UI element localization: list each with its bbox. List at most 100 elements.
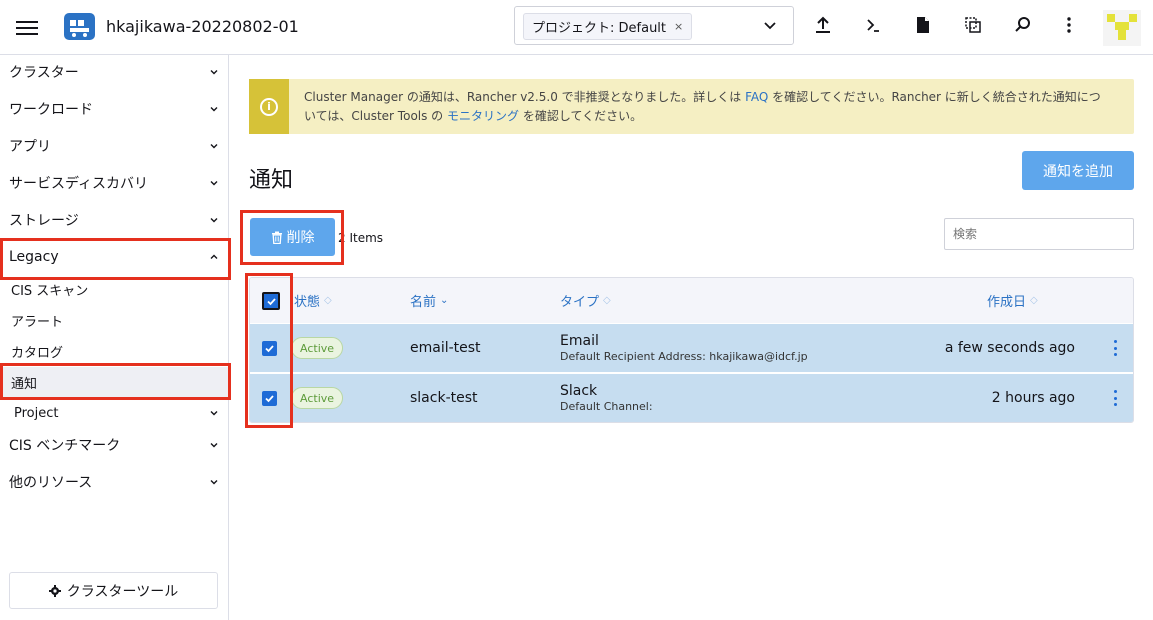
chevron-down-icon <box>210 181 218 186</box>
sidebar-item-label: CIS スキャン <box>11 283 89 299</box>
row-actions-icon[interactable] <box>1112 390 1118 406</box>
cluster-name: hkajikawa-20220802-01 <box>106 17 299 36</box>
banner-text-part: を確認してください。Rancher に新しく統合された通知につ <box>768 90 1101 104</box>
chevron-down-icon <box>210 107 218 112</box>
monitoring-link[interactable]: モニタリング <box>447 109 519 123</box>
sidebar-group-apps[interactable]: アプリ <box>0 129 229 163</box>
sidebar-group-cis-benchmark[interactable]: CIS ベンチマーク <box>0 428 229 462</box>
gear-icon <box>48 584 61 597</box>
row-name[interactable]: email-test <box>410 340 481 356</box>
banner-text-part: を確認してください。 <box>519 109 643 123</box>
sidebar-group-label: CIS ベンチマーク <box>9 438 121 454</box>
table-row[interactable]: Active slack-test Slack Default Channel:… <box>250 373 1133 422</box>
row-name[interactable]: slack-test <box>410 390 478 406</box>
delete-button[interactable]: 削除 <box>250 218 335 256</box>
chevron-down-icon <box>210 443 218 448</box>
sidebar-group-label: ストレージ <box>9 213 79 229</box>
sidebar-group-service-discovery[interactable]: サービスディスカバリ <box>0 166 229 200</box>
faq-link[interactable]: FAQ <box>745 90 768 104</box>
sidebar-group-workload[interactable]: ワークロード <box>0 92 229 126</box>
row-type-detail: Default Recipient Address: hkajikawa@idc… <box>560 350 808 363</box>
sort-icon: ◇ <box>324 295 332 306</box>
sidebar-item-project[interactable]: Project <box>0 398 229 428</box>
sidebar: クラスター ワークロード アプリ サービスディスカバリ ストレージ Legacy… <box>0 55 229 620</box>
sidebar-group-label: ワークロード <box>9 102 93 118</box>
sidebar-group-legacy[interactable]: Legacy <box>0 240 229 274</box>
search-icon[interactable] <box>1012 14 1034 36</box>
sidebar-group-label: 他のリソース <box>9 475 93 491</box>
row-checkbox[interactable] <box>262 391 277 406</box>
namespace-chip-label: プロジェクト: Default <box>532 21 667 36</box>
sidebar-group-other-resources[interactable]: 他のリソース <box>0 465 229 499</box>
chevron-up-icon <box>210 254 218 259</box>
column-header-label: 状態 <box>294 295 321 310</box>
notifiers-table: 状態 ◇ 名前 ⌄ タイプ ◇ 作成日 ◇ Active email-test … <box>249 277 1134 423</box>
row-actions-icon[interactable] <box>1112 340 1118 356</box>
sidebar-item-label: 通知 <box>11 376 38 392</box>
sidebar-group-cluster[interactable]: クラスター <box>0 55 229 89</box>
sidebar-group-storage[interactable]: ストレージ <box>0 203 229 237</box>
row-type: Email Default Recipient Address: hkajika… <box>560 333 808 363</box>
banner-icon-area: i <box>249 79 289 134</box>
namespace-chip-remove-icon[interactable]: × <box>674 20 683 33</box>
sidebar-item-cis-scan[interactable]: CIS スキャン <box>0 274 229 304</box>
row-age: 2 hours ago <box>991 390 1075 406</box>
column-header-created[interactable]: 作成日 ◇ <box>987 291 1038 310</box>
chevron-down-icon <box>210 411 218 416</box>
banner-text-part: いては、Cluster Tools の <box>304 109 447 123</box>
sidebar-item-catalogs[interactable]: カタログ <box>0 336 229 366</box>
column-header-type[interactable]: タイプ ◇ <box>560 291 611 310</box>
page-title: 通知 <box>249 168 294 193</box>
column-header-label: 作成日 <box>987 295 1027 310</box>
cluster-logo-icon <box>64 13 95 40</box>
sidebar-item-label: Project <box>14 405 59 421</box>
namespace-chip: プロジェクト: Default × <box>523 13 693 40</box>
chevron-down-icon <box>210 144 218 149</box>
sidebar-group-label: アプリ <box>9 139 51 155</box>
column-header-name[interactable]: 名前 ⌄ <box>410 291 448 310</box>
row-type: Slack Default Channel: <box>560 383 653 413</box>
deprecation-banner: i Cluster Manager の通知は、Rancher v2.5.0 で非… <box>249 79 1134 134</box>
upload-icon[interactable] <box>812 14 834 36</box>
sidebar-group-label: クラスター <box>9 65 79 81</box>
sidebar-item-alerts[interactable]: アラート <box>0 305 229 335</box>
search-input[interactable] <box>944 218 1134 250</box>
table-row[interactable]: Active email-test Email Default Recipien… <box>250 323 1133 372</box>
user-avatar[interactable] <box>1103 10 1141 46</box>
chevron-down-icon <box>210 70 218 75</box>
column-header-label: 名前 <box>410 295 437 310</box>
hamburger-menu-icon[interactable] <box>16 17 38 37</box>
sidebar-item-label: アラート <box>11 314 64 330</box>
status-badge: Active <box>291 387 344 409</box>
select-all-checkbox[interactable] <box>262 292 280 310</box>
row-type-detail: Default Channel: <box>560 400 653 413</box>
delete-button-label: 削除 <box>286 230 315 246</box>
row-type-label: Email <box>560 333 599 349</box>
sidebar-item-label: カタログ <box>11 345 64 361</box>
sort-icon: ◇ <box>603 295 611 306</box>
table-header: 状態 ◇ 名前 ⌄ タイプ ◇ 作成日 ◇ <box>250 278 1133 323</box>
file-icon[interactable] <box>912 14 934 36</box>
kubectl-shell-icon[interactable] <box>862 14 884 36</box>
sidebar-item-notifiers[interactable]: 通知 <box>0 367 229 397</box>
banner-text-part: Cluster Manager の通知は、Rancher v2.5.0 で非推奨… <box>304 90 746 104</box>
sidebar-group-label: サービスディスカバリ <box>9 176 149 192</box>
cluster-tools-label: クラスターツール <box>66 583 179 600</box>
row-checkbox[interactable] <box>262 341 277 356</box>
add-notifier-button[interactable]: 通知を追加 <box>1022 151 1134 190</box>
column-header-label: タイプ <box>560 295 600 310</box>
row-age: a few seconds ago <box>944 340 1075 356</box>
banner-text: Cluster Manager の通知は、Rancher v2.5.0 で非推奨… <box>304 88 1124 126</box>
top-header: hkajikawa-20220802-01 プロジェクト: Default × <box>0 0 1153 55</box>
chevron-down-icon <box>210 480 218 485</box>
copy-config-icon[interactable] <box>962 14 984 36</box>
namespace-filter-select[interactable]: プロジェクト: Default × <box>514 6 794 45</box>
more-vertical-icon[interactable] <box>1058 14 1080 36</box>
cluster-tools-button[interactable]: クラスターツール <box>9 572 218 609</box>
chevron-down-icon[interactable] <box>763 17 777 31</box>
row-type-label: Slack <box>560 383 598 399</box>
status-badge: Active <box>291 337 344 359</box>
sort-desc-icon: ⌄ <box>440 295 449 306</box>
column-header-state[interactable]: 状態 ◇ <box>294 291 332 310</box>
trash-icon <box>271 231 282 244</box>
